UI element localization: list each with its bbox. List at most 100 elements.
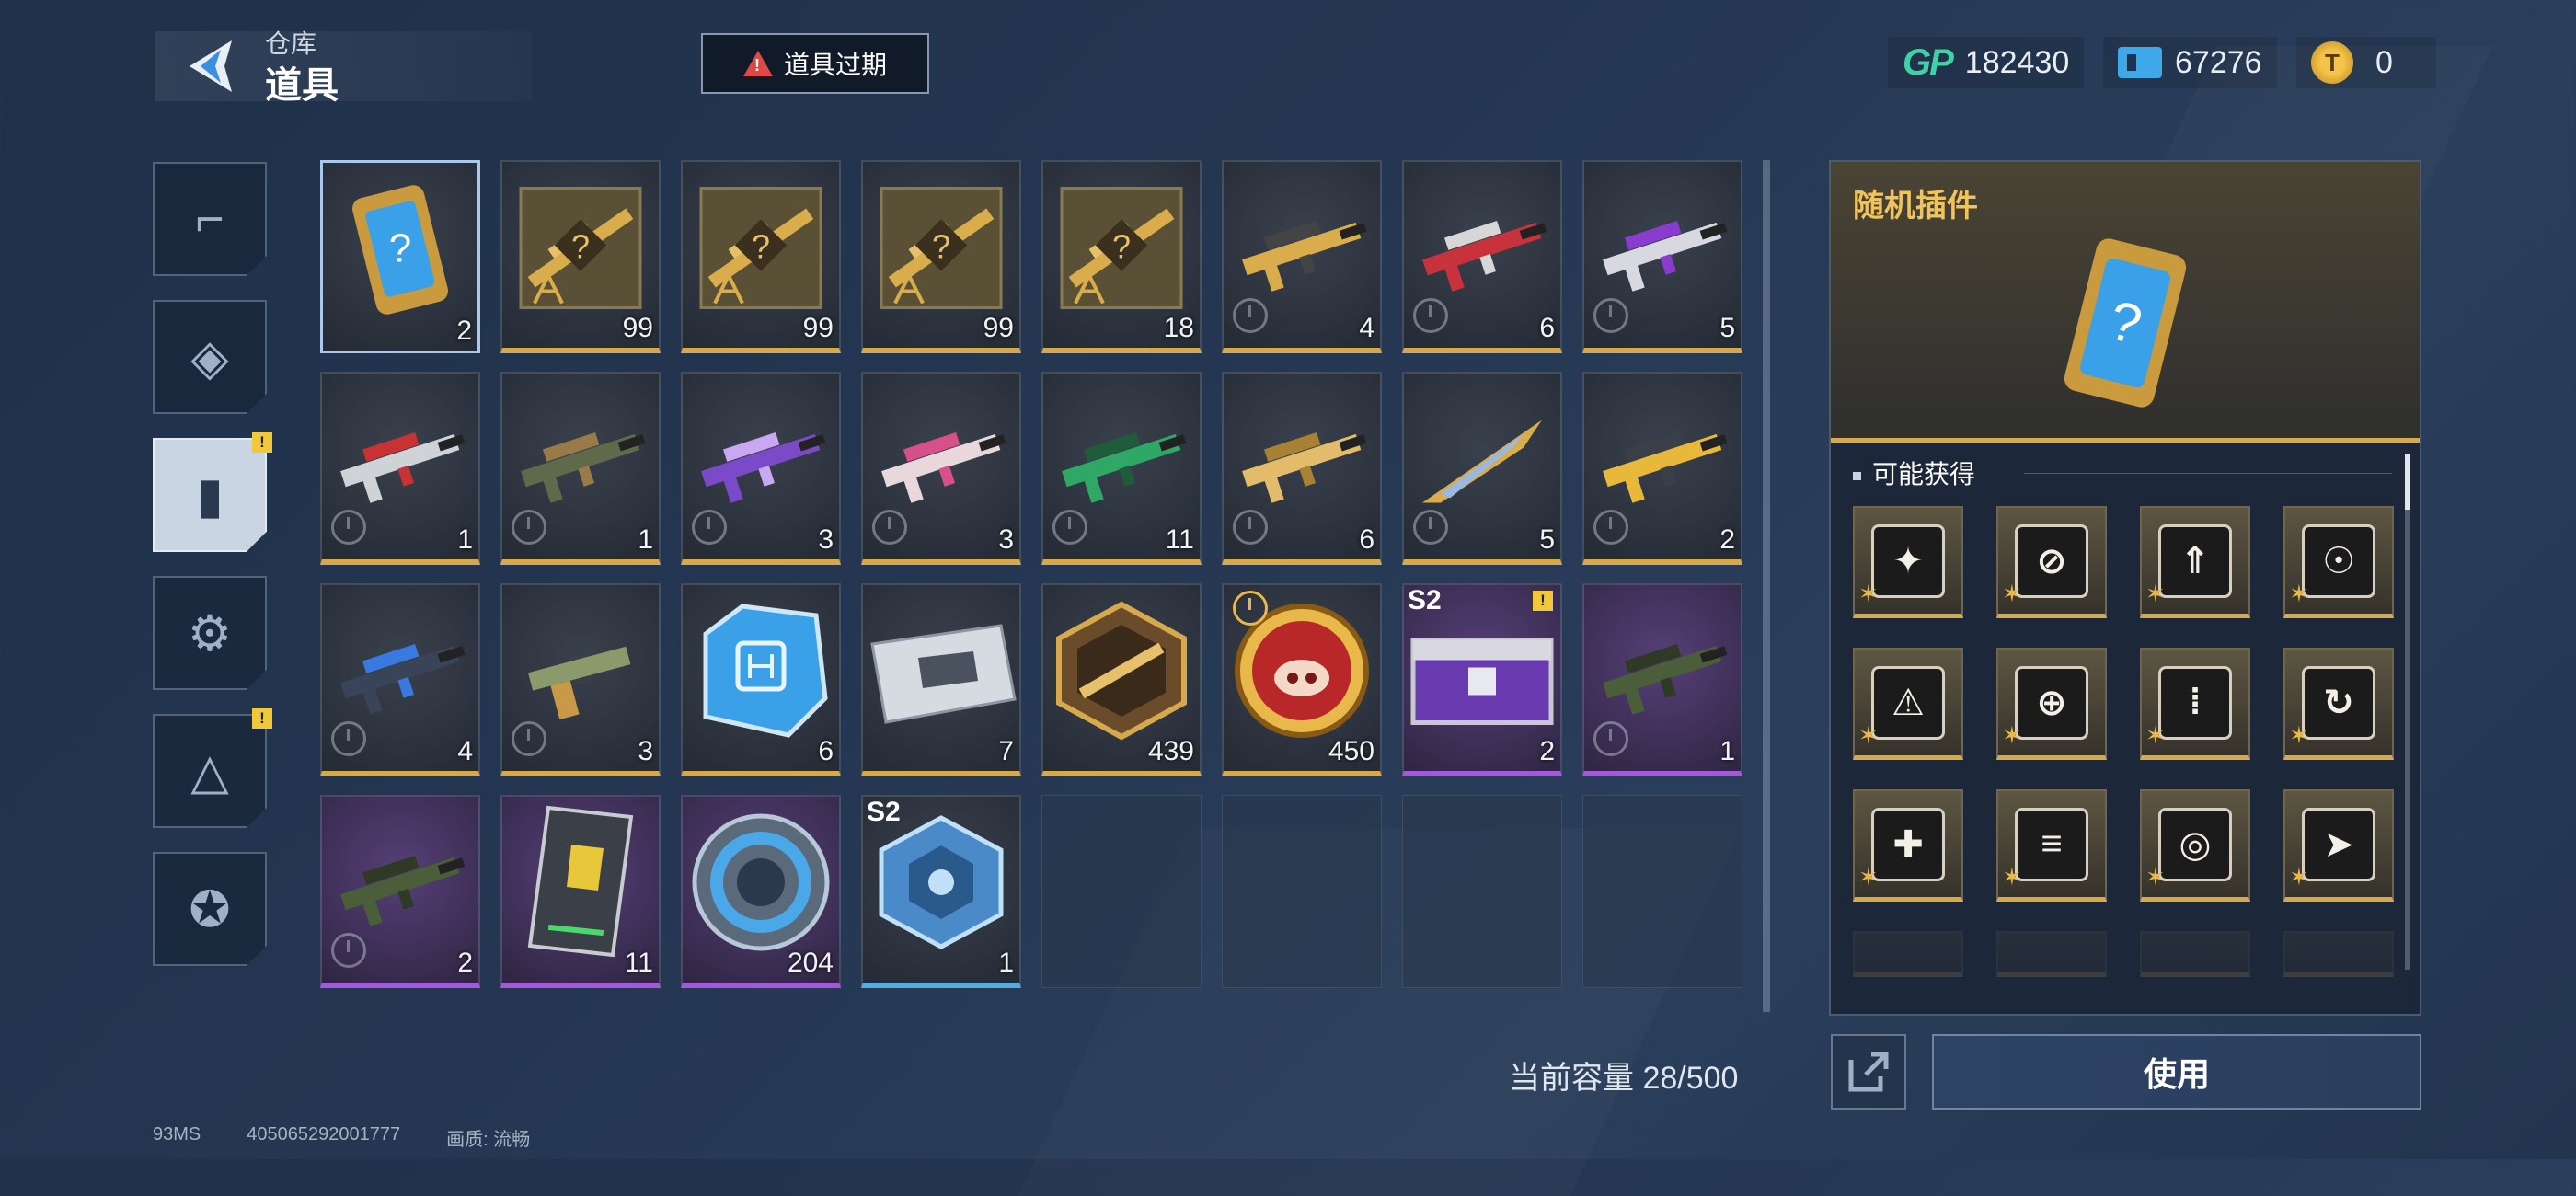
- inventory-slot[interactable]: 1: [500, 372, 661, 565]
- item-quantity: 439: [1147, 736, 1194, 766]
- clock-icon: [331, 721, 366, 756]
- possible-drop-item[interactable]: [2283, 931, 2394, 977]
- possible-drop-item[interactable]: ⚠ ✶: [1853, 648, 1963, 760]
- inventory-slot[interactable]: ? 99: [500, 160, 661, 353]
- inventory-slot[interactable]: ? 18: [1041, 160, 1202, 353]
- inventory-slot[interactable]: 5: [1402, 372, 1562, 565]
- damage-up-icon: ✦: [1871, 523, 1945, 598]
- item-quantity: 3: [818, 524, 834, 555]
- bullets-icon: ⁞: [2158, 665, 2232, 740]
- possible-drop-item[interactable]: ◎ ✶: [2140, 789, 2250, 902]
- possible-drop-item[interactable]: ≡ ✶: [1996, 789, 2107, 902]
- inventory-slot[interactable]: 3: [861, 372, 1021, 565]
- mystery-card-icon: ?: [2064, 238, 2187, 408]
- empty-slot: [1582, 795, 1742, 988]
- tab-frames[interactable]: ◈: [153, 300, 267, 414]
- possible-drop-item[interactable]: ↻ ✶: [2283, 648, 2394, 760]
- clock-icon: [1593, 298, 1628, 333]
- back-arrow-icon[interactable]: [184, 37, 239, 96]
- inventory-slot[interactable]: 204: [681, 795, 841, 988]
- tab-attachments[interactable]: ⚙: [153, 576, 267, 690]
- inventory-slot[interactable]: 7: [861, 583, 1021, 776]
- inventory-slot[interactable]: 1: [320, 372, 480, 565]
- clock-icon: [1593, 721, 1628, 756]
- star-icon: ✶: [2289, 863, 2309, 891]
- inventory-slot[interactable]: ? 99: [681, 160, 841, 353]
- crosshair-icon: ⊕: [2015, 665, 2088, 740]
- possible-drop-item[interactable]: ✚ ✶: [1853, 789, 1963, 902]
- inventory-slot[interactable]: 2: [1582, 372, 1742, 565]
- tab-weapons[interactable]: ⌐: [153, 162, 267, 276]
- inventory-slot[interactable]: 2: [320, 795, 480, 988]
- possible-drop-item[interactable]: [1996, 931, 2107, 977]
- item-quantity: 11: [1165, 524, 1194, 555]
- inventory-slot[interactable]: 6: [681, 583, 841, 776]
- coin-icon: T: [2311, 41, 2353, 84]
- svg-text:?: ?: [389, 226, 411, 271]
- possible-drop-item[interactable]: [2140, 931, 2250, 977]
- inventory-slot[interactable]: 3: [681, 372, 841, 565]
- possible-drop-item[interactable]: ⊕ ✶: [1996, 648, 2107, 760]
- use-button[interactable]: 使用: [1932, 1034, 2421, 1110]
- star-icon: ✶: [2289, 721, 2309, 749]
- inventory-scrollbar[interactable]: [1763, 160, 1770, 1012]
- inventory-slot[interactable]: 11: [500, 795, 661, 988]
- tab-items[interactable]: ▮: [153, 438, 267, 552]
- rate-up-icon: ≡: [2015, 807, 2088, 881]
- star-icon: ✶: [2145, 721, 2166, 749]
- inventory-slot[interactable]: 11: [1041, 372, 1202, 565]
- inventory-slot[interactable]: 5: [1582, 160, 1742, 353]
- possible-drop-item[interactable]: ☉ ✶: [2283, 506, 2394, 618]
- inventory-slot[interactable]: 3: [500, 583, 661, 776]
- tab-blueprints-badge: !: [252, 708, 272, 729]
- item-quantity: 4: [1359, 313, 1374, 343]
- star-icon: ✶: [2002, 580, 2022, 607]
- inventory-slot[interactable]: 450: [1222, 583, 1382, 776]
- item-quantity: 2: [456, 316, 472, 346]
- inventory-slot[interactable]: 6: [1222, 372, 1382, 565]
- gp-currency: GP 182430: [1888, 37, 2085, 88]
- item-quantity: 99: [802, 313, 834, 343]
- item-quantity: 2: [1719, 524, 1735, 555]
- inventory-slot[interactable]: 1: [1582, 583, 1742, 776]
- quality-value: 画质: 流畅: [446, 1130, 531, 1150]
- item-quantity: 3: [998, 524, 1014, 555]
- possible-drop-item[interactable]: ⁞ ✶: [2140, 648, 2250, 760]
- tab-badges[interactable]: ✪: [153, 852, 267, 966]
- drops-scrollbar[interactable]: [2405, 454, 2410, 970]
- clock-icon: [1052, 510, 1087, 545]
- item-quantity: 99: [622, 313, 653, 343]
- expired-items-button[interactable]: 道具过期: [701, 33, 929, 94]
- share-button[interactable]: [1831, 1034, 1906, 1110]
- item-quantity: 5: [1539, 524, 1555, 555]
- possible-drop-item[interactable]: ➤ ✶: [2283, 789, 2394, 902]
- item-quantity: 5: [1719, 313, 1735, 343]
- possible-drops-grid: ✦ ✶ ⊘ ✶ ⇑ ✶ ☉ ✶ ⚠ ✶ ⊕ ✶ ⁞ ✶ ↻ ✶ ✚ ✶ ≡ ✶ ◎ ✶ ➤ ✶: [1853, 506, 2394, 977]
- inventory-slot[interactable]: 6: [1402, 160, 1562, 353]
- inventory-slot[interactable]: ? 99: [861, 160, 1021, 353]
- possible-drop-item[interactable]: ⊘ ✶: [1996, 506, 2107, 618]
- inventory-slot[interactable]: ? 2: [320, 160, 480, 353]
- item-quantity: 7: [998, 736, 1014, 766]
- ping-value: 93MS: [153, 1124, 201, 1144]
- tab-blueprints[interactable]: △: [153, 714, 267, 828]
- warning-ammo-icon: ⚠: [1871, 665, 1945, 740]
- inventory-slot[interactable]: S2! 2: [1402, 583, 1562, 776]
- gp-icon: GP: [1903, 41, 1954, 83]
- star-icon: ✶: [2002, 863, 2022, 891]
- inventory-slot[interactable]: S2 1: [861, 795, 1021, 988]
- possible-drop-item[interactable]: ✦ ✶: [1853, 506, 1963, 618]
- blueprint-icon: △: [190, 743, 229, 799]
- possible-drop-item[interactable]: [1853, 931, 1963, 977]
- star-icon: ✶: [1858, 863, 1879, 891]
- season-label: S2: [1408, 585, 1442, 615]
- item-quantity: 1: [457, 524, 473, 555]
- inventory-slot[interactable]: 4: [320, 583, 480, 776]
- inventory-slot[interactable]: 439: [1041, 583, 1202, 776]
- inventory-slot[interactable]: 4: [1222, 160, 1382, 353]
- possible-drop-item[interactable]: ⇑ ✶: [2140, 506, 2250, 618]
- star-badge-icon: ✪: [189, 881, 231, 937]
- ticket-currency: 67276: [2103, 37, 2277, 88]
- item-preview: 随机插件 ?: [1831, 162, 2420, 443]
- star-icon: ✶: [2145, 863, 2166, 891]
